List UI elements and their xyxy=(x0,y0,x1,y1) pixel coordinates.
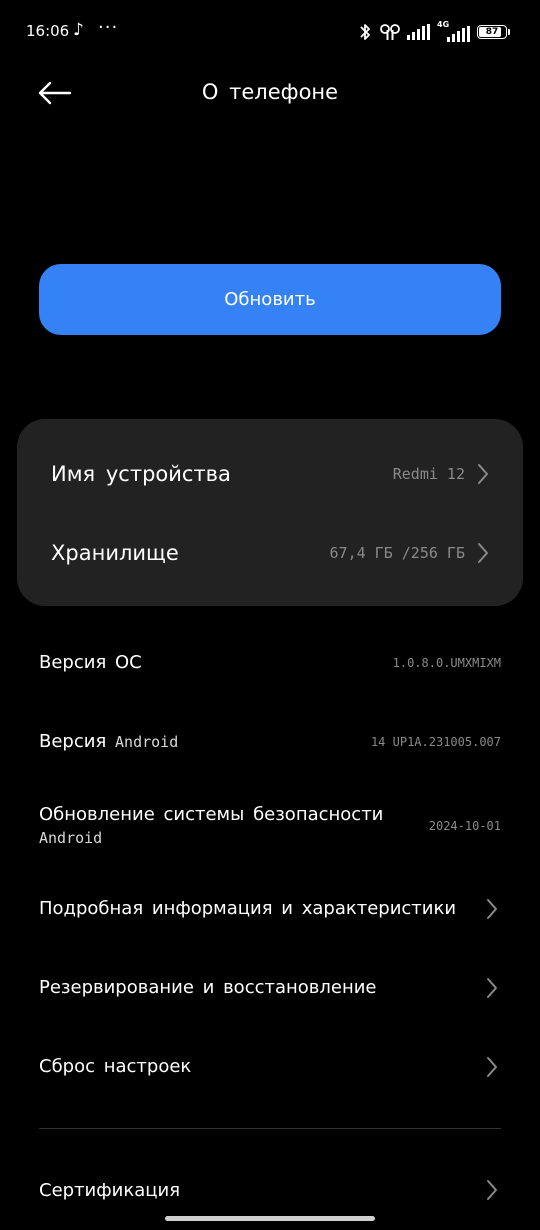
security-update-sub: Android xyxy=(39,829,103,847)
os-version-value: 1.0.8.0.UMXMIXM xyxy=(392,656,501,670)
backup-row[interactable]: Резервирование и восстановление xyxy=(0,965,540,1011)
chevron-right-icon xyxy=(487,978,497,998)
update-button[interactable]: Обновить xyxy=(39,264,501,335)
security-update-row: Обновление системы безопасности Android … xyxy=(0,798,540,858)
chevron-right-icon xyxy=(487,899,497,919)
specs-label: Подробная информация и характеристики xyxy=(39,898,457,919)
os-version-row[interactable]: Версия ОС 1.0.8.0.UMXMIXM xyxy=(0,640,540,686)
signal-4g-icon: 4G xyxy=(437,20,471,42)
status-time: 16:06 xyxy=(26,22,70,40)
android-version-label-text: Версия xyxy=(39,731,107,752)
android-version-label-suffix: Android xyxy=(115,733,179,751)
os-version-label: Версия ОС xyxy=(39,652,142,673)
security-update-value: 2024-10-01 xyxy=(428,819,501,833)
header: О телефоне xyxy=(0,64,540,124)
android-version-value: 14 UP1A.231005.007 xyxy=(370,735,501,749)
battery-cap xyxy=(508,29,510,35)
earbuds-icon xyxy=(380,24,400,40)
battery-icon: 87 xyxy=(477,25,507,39)
device-name-row[interactable]: Имя устройства Redmi 12 xyxy=(17,444,523,504)
chevron-right-icon xyxy=(487,1057,497,1077)
specs-row[interactable]: Подробная информация и характеристики xyxy=(0,886,540,932)
storage-row[interactable]: Хранилище 67,4 ГБ /256 ГБ xyxy=(17,523,523,583)
android-version-row[interactable]: Версия Android 14 UP1A.231005.007 xyxy=(0,719,540,765)
status-bar: 16:06 ♪ ··· 4G 87 xyxy=(0,0,540,64)
chevron-right-icon xyxy=(478,543,488,563)
home-indicator[interactable] xyxy=(165,1216,375,1221)
battery-level: 87 xyxy=(485,27,499,37)
certification-row[interactable]: Сертификация xyxy=(0,1168,540,1214)
music-note-icon: ♪ xyxy=(73,20,84,40)
bluetooth-icon xyxy=(360,24,370,40)
reset-label: Сброс настроек xyxy=(39,1056,192,1077)
chevron-right-icon xyxy=(478,464,488,484)
storage-value: 67,4 ГБ /256 ГБ xyxy=(329,544,465,562)
storage-label: Хранилище xyxy=(51,541,179,565)
security-update-label: Обновление системы безопасности xyxy=(39,804,384,825)
device-name-value: Redmi 12 xyxy=(392,465,465,483)
android-version-label: Версия Android xyxy=(39,731,178,752)
signal-icon xyxy=(407,24,430,40)
certification-label: Сертификация xyxy=(39,1180,181,1201)
reset-row[interactable]: Сброс настроек xyxy=(0,1044,540,1090)
chevron-right-icon xyxy=(487,1180,497,1200)
device-card: Имя устройства Redmi 12 Хранилище 67,4 Г… xyxy=(17,419,523,606)
page-title: О телефоне xyxy=(201,80,339,104)
backup-label: Резервирование и восстановление xyxy=(39,977,377,998)
device-name-label: Имя устройства xyxy=(51,462,231,486)
more-notifications-icon: ··· xyxy=(98,17,119,38)
status-icons: 4G 87 xyxy=(357,20,510,44)
divider xyxy=(39,1128,501,1129)
